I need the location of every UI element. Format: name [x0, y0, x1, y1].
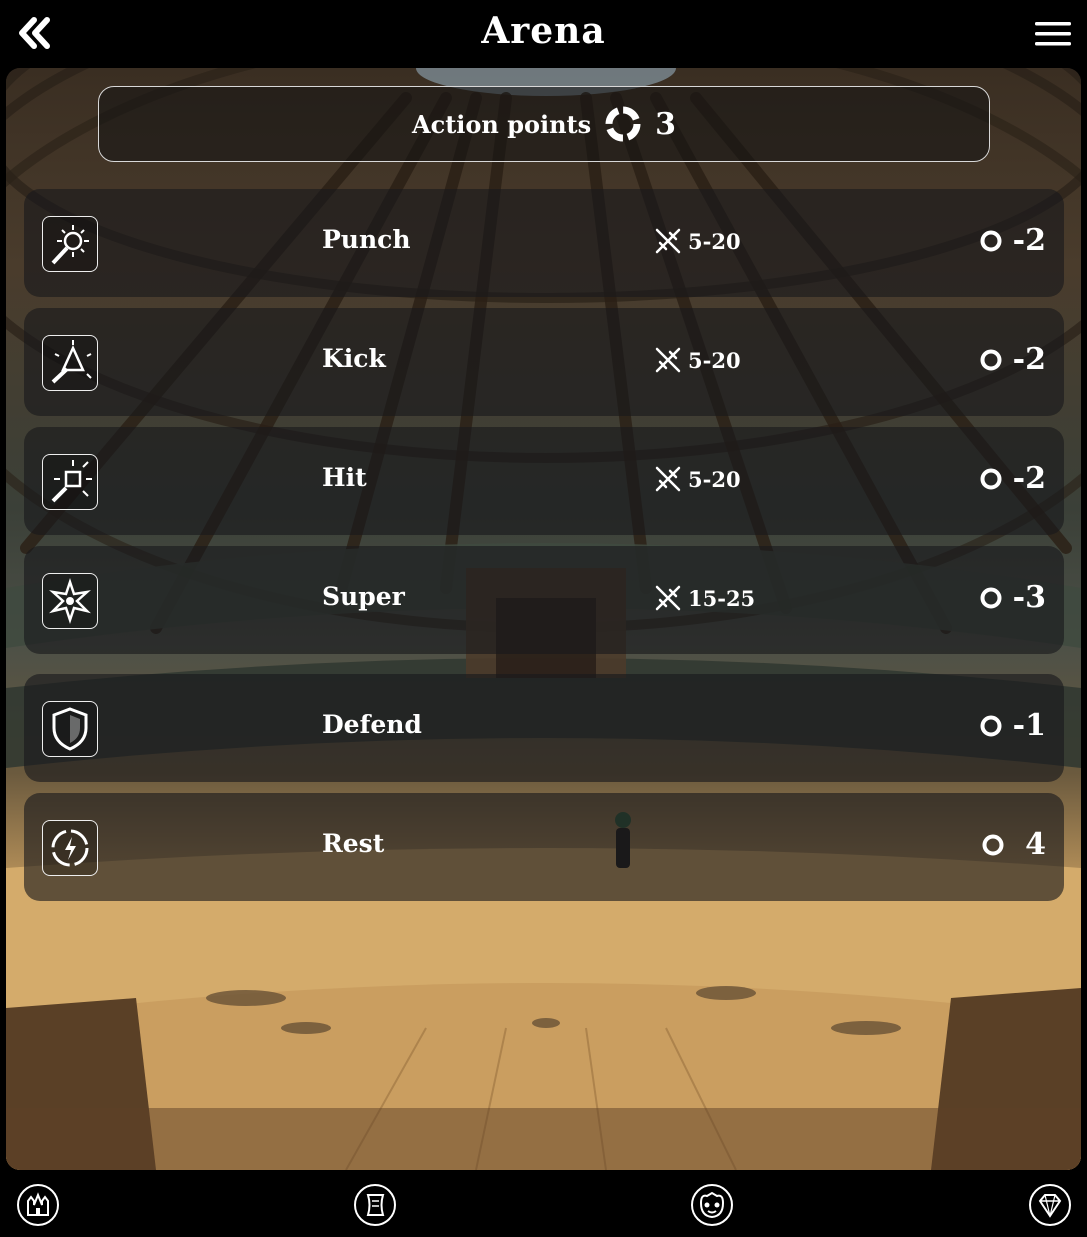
action-cost: -1: [979, 708, 1046, 743]
ring-icon: [980, 468, 1002, 489]
cost-value: -2: [1012, 223, 1046, 258]
punch-burst-icon: [51, 225, 89, 265]
action-icon-box: [42, 335, 98, 391]
shield-icon: [52, 707, 88, 751]
ring-icon: [980, 587, 1002, 608]
action-cost: -2: [979, 223, 1046, 258]
nav-gems-button[interactable]: [1028, 1183, 1072, 1227]
action-row-punch[interactable]: Punch 5-20 -2: [24, 189, 1064, 297]
action-icon-box: [42, 454, 98, 510]
arena-stage: Action points 3 Punch 5-20 -2 Kick 5-20 …: [6, 68, 1081, 1170]
action-cost: -2: [979, 461, 1046, 496]
action-row-defend[interactable]: Defend -1: [24, 674, 1064, 782]
rest-cycle-icon: [51, 829, 89, 867]
damage-range: 5-20: [654, 227, 741, 255]
damage-value: 5-20: [688, 466, 741, 492]
cost-value: -1: [1012, 708, 1046, 743]
action-row-hit[interactable]: Hit 5-20 -2: [24, 427, 1064, 535]
crossed-swords-icon: [655, 347, 681, 373]
action-icon-box: [42, 820, 98, 876]
scroll-icon: [354, 1184, 396, 1226]
crossed-swords-icon: [655, 466, 681, 492]
action-points-panel: Action points 3: [98, 86, 990, 162]
diamond-icon: [1029, 1184, 1071, 1226]
action-name: Hit: [322, 463, 367, 492]
damage-value: 5-20: [688, 347, 741, 373]
action-icon-box: [42, 701, 98, 757]
castle-icon: [17, 1184, 59, 1226]
crossed-swords-icon: [655, 228, 681, 254]
damage-range: 5-20: [654, 346, 741, 374]
action-points-label: Action points: [411, 109, 592, 139]
hit-burst-icon: [51, 460, 92, 503]
ring-icon: [980, 715, 1002, 736]
nav-character-button[interactable]: [690, 1183, 734, 1227]
ring-icon: [980, 349, 1002, 370]
super-burst-icon: [49, 578, 91, 624]
cost-value: -3: [1012, 580, 1046, 615]
action-row-kick[interactable]: Kick 5-20 -2: [24, 308, 1064, 416]
action-icon-box: [42, 573, 98, 629]
action-cost: 4: [981, 827, 1046, 862]
action-cost: -3: [979, 580, 1046, 615]
action-name: Kick: [322, 344, 386, 373]
page-title: Arena: [481, 10, 606, 52]
damage-range: 5-20: [654, 465, 741, 493]
top-bar: Arena: [0, 0, 1087, 68]
action-cost: -2: [979, 342, 1046, 377]
action-name: Rest: [322, 829, 385, 858]
crossed-swords-icon: [655, 585, 681, 611]
action-row-rest[interactable]: Rest 4: [24, 793, 1064, 901]
action-name: Super: [322, 582, 405, 611]
damage-value: 5-20: [688, 228, 741, 254]
cost-value: 4: [1025, 827, 1046, 862]
hamburger-menu-icon: [1035, 22, 1071, 46]
action-points-value: 3: [655, 106, 677, 142]
cost-value: -2: [1012, 461, 1046, 496]
action-row-super[interactable]: Super 15-25 -3: [24, 546, 1064, 654]
ring-icon: [605, 106, 641, 142]
ring-icon: [980, 230, 1002, 251]
action-icon-box: [42, 216, 98, 272]
action-name: Punch: [322, 225, 411, 254]
damage-range: 15-25: [654, 584, 755, 612]
nav-scroll-button[interactable]: [353, 1183, 397, 1227]
creature-face-icon: [691, 1184, 733, 1226]
bottom-nav: [0, 1170, 1087, 1237]
cost-value: -2: [1012, 342, 1046, 377]
ring-icon: [982, 834, 1004, 855]
kick-burst-icon: [51, 340, 92, 384]
nav-castle-button[interactable]: [16, 1183, 60, 1227]
menu-button[interactable]: [1035, 20, 1071, 48]
damage-value: 15-25: [688, 585, 756, 611]
action-name: Defend: [322, 710, 422, 739]
